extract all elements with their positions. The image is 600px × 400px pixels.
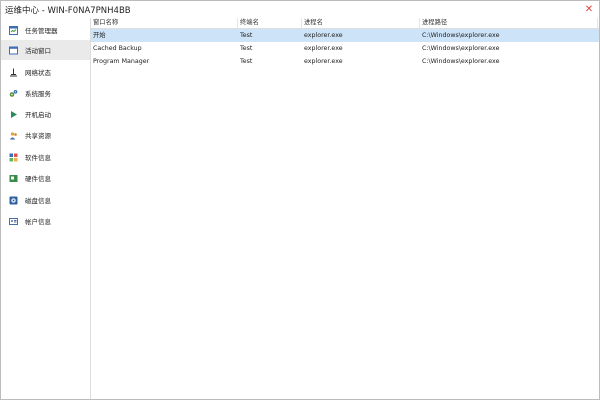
cell-terminal: Test xyxy=(240,58,253,65)
active-windows-panel: 窗口名称 终端名 进程名 进程路径 开始 Test explorer.exe C… xyxy=(91,18,599,399)
title-bar[interactable]: 运维中心 - WIN-F0NA7PNH4BB ✕ xyxy=(1,1,599,19)
sidebar-item-label: 系统服务 xyxy=(25,90,51,98)
disk-icon xyxy=(9,196,18,205)
users-icon xyxy=(9,131,18,140)
sidebar-item-label: 任务管理器 xyxy=(25,27,58,35)
cell-window-name: 开始 xyxy=(93,32,106,39)
sidebar-item-label: 活动窗口 xyxy=(25,47,51,55)
cell-process: explorer.exe xyxy=(304,58,343,65)
sidebar-item-label: 开机启动 xyxy=(25,111,51,119)
close-button[interactable]: ✕ xyxy=(583,3,595,15)
window-icon xyxy=(9,46,18,55)
sidebar-item-label: 硬件信息 xyxy=(25,175,51,183)
column-header-window-name[interactable]: 窗口名称 xyxy=(91,18,238,28)
play-icon xyxy=(9,110,18,119)
sidebar-item-label: 软件信息 xyxy=(25,154,51,162)
sidebar-item-label: 共享资源 xyxy=(25,132,51,140)
cell-process: explorer.exe xyxy=(304,32,343,39)
sidebar-item-services[interactable]: 系统服务 xyxy=(1,83,90,103)
table-row[interactable]: Cached Backup Test explorer.exe C:\Windo… xyxy=(91,42,599,55)
window-title: 运维中心 - WIN-F0NA7PNH4BB xyxy=(5,6,131,16)
column-header-terminal[interactable]: 终端名 xyxy=(238,18,302,28)
sidebar-item-label: 网络状态 xyxy=(25,69,51,77)
task-manager-icon xyxy=(9,25,18,35)
cell-process: explorer.exe xyxy=(304,45,343,52)
cell-window-name: Cached Backup xyxy=(93,45,142,52)
hardware-icon xyxy=(9,174,18,183)
cell-window-name: Program Manager xyxy=(93,58,150,65)
sidebar-nav: 任务管理器 活动窗口 网络状态 系统服务 开机启动 共享资源 软件信息 硬件信息… xyxy=(1,18,91,399)
sidebar-item-label: 帐户信息 xyxy=(25,218,51,226)
column-header-process[interactable]: 进程名 xyxy=(302,18,420,28)
sidebar-item-network[interactable]: 网络状态 xyxy=(1,62,90,82)
sidebar-item-disk[interactable]: 磁盘信息 xyxy=(1,190,90,210)
cell-terminal: Test xyxy=(240,32,253,39)
sidebar-item-active-windows[interactable]: 活动窗口 xyxy=(1,40,90,60)
sidebar-item-accounts[interactable]: 帐户信息 xyxy=(1,211,90,231)
close-icon: ✕ xyxy=(584,3,594,15)
cell-path: C:\Windows\explorer.exe xyxy=(422,45,500,52)
network-icon xyxy=(9,68,18,77)
sidebar-item-startup[interactable]: 开机启动 xyxy=(1,104,90,124)
column-header-path[interactable]: 进程路径 xyxy=(420,18,598,28)
sidebar-item-task-manager[interactable]: 任务管理器 xyxy=(1,20,90,40)
cell-path: C:\Windows\explorer.exe xyxy=(422,58,500,65)
sidebar-item-hardware[interactable]: 硬件信息 xyxy=(1,168,90,188)
sidebar-item-label: 磁盘信息 xyxy=(25,197,51,205)
cell-path: C:\Windows\explorer.exe xyxy=(422,32,500,39)
gears-icon xyxy=(9,89,18,98)
table-header: 窗口名称 终端名 进程名 进程路径 xyxy=(91,18,599,29)
sidebar-item-software[interactable]: 软件信息 xyxy=(1,147,90,167)
software-icon xyxy=(9,153,18,162)
sidebar-item-shares[interactable]: 共享资源 xyxy=(1,125,90,145)
account-card-icon xyxy=(9,217,18,226)
app-window: 运维中心 - WIN-F0NA7PNH4BB ✕ 任务管理器 活动窗口 网络状态 xyxy=(0,0,600,400)
table-row[interactable]: 开始 Test explorer.exe C:\Windows\explorer… xyxy=(91,29,599,42)
table-row[interactable]: Program Manager Test explorer.exe C:\Win… xyxy=(91,55,599,68)
cell-terminal: Test xyxy=(240,45,253,52)
